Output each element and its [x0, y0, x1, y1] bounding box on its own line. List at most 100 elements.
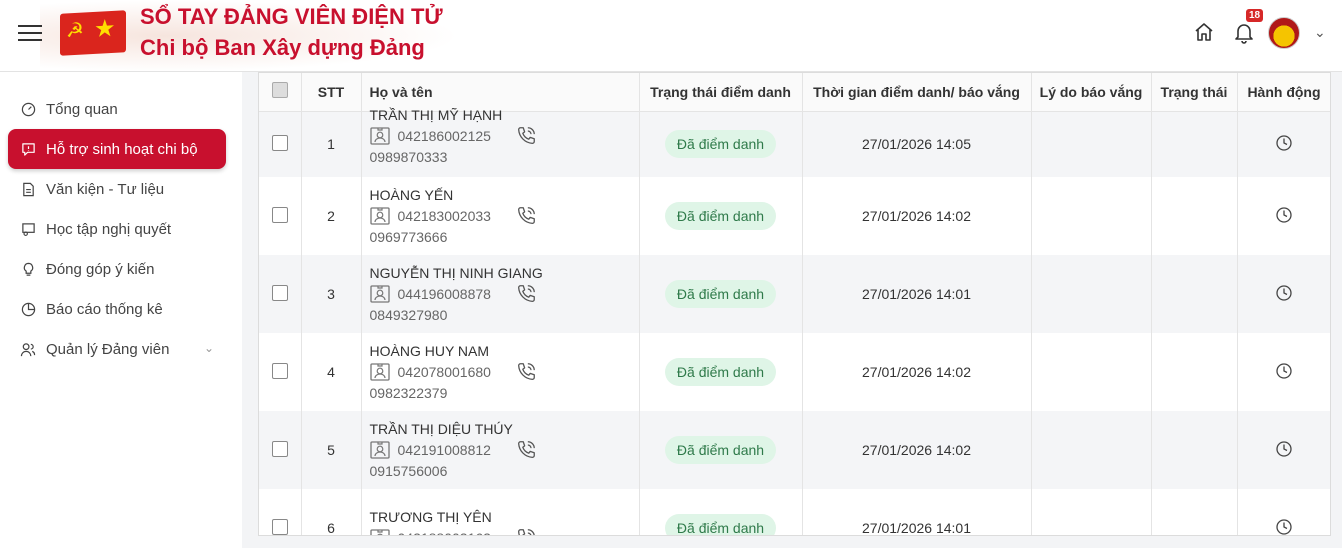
member-id-row: 042188002162	[369, 527, 639, 536]
attendance-time: 27/01/2026 14:05	[862, 136, 971, 153]
attendance-time-cell: 27/01/2026 14:01	[802, 255, 1032, 333]
sidebar-item-label: Quản lý Đảng viên	[46, 340, 170, 358]
member-id-row: 042183002033	[369, 205, 639, 227]
document-icon	[20, 181, 36, 197]
row-checkbox[interactable]	[271, 284, 288, 301]
state-cell	[1151, 111, 1238, 177]
sidebar: Tổng quan Hỗ trợ sinh hoạt chi bộ Văn ki…	[0, 72, 242, 548]
table-row[interactable]: 4 HOÀNG HUY NAM 042078001680 0982322379 …	[259, 333, 1330, 411]
row-checkbox[interactable]	[271, 206, 288, 223]
app-header: ☭ ★ SỔ TAY ĐẢNG VIÊN ĐIỆN TỬ Chi bộ Ban X…	[0, 0, 1342, 72]
phone-call-icon[interactable]	[515, 361, 537, 383]
sidebar-item-meeting-support[interactable]: Hỗ trợ sinh hoạt chi bộ	[8, 129, 226, 169]
sidebar-item-members[interactable]: Quản lý Đảng viên ⌄	[8, 329, 226, 369]
phone-call-icon[interactable]	[515, 527, 537, 536]
id-card-icon	[369, 529, 390, 535]
history-icon[interactable]	[1275, 206, 1293, 224]
stt-cell: 3	[301, 255, 362, 333]
table-row[interactable]: 2 HOÀNG YẾN 042183002033 0969773666 Đã đ…	[259, 177, 1330, 255]
name-cell: TRẦN THỊ DIỆU THÚY 042191008812 09157560…	[361, 411, 640, 489]
app-title: SỔ TAY ĐẢNG VIÊN ĐIỆN TỬ	[140, 4, 443, 29]
id-card-icon	[369, 127, 390, 145]
sidebar-item-label: Học tập nghị quyết	[46, 220, 172, 238]
row-checkbox[interactable]	[271, 362, 288, 379]
stt-value: 6	[327, 520, 335, 536]
absence-reason-cell	[1031, 255, 1152, 333]
state-cell	[1151, 333, 1238, 411]
users-icon	[20, 341, 36, 357]
study-icon	[20, 221, 36, 237]
member-id-number: 042188002162	[398, 527, 491, 535]
sidebar-item-resolutions[interactable]: Học tập nghị quyết	[8, 209, 226, 249]
table-row[interactable]: 1 TRẦN THỊ MỸ HẠNH 042186002125 09898703…	[259, 107, 1330, 177]
member-info: TRẦN THỊ DIỆU THÚY 042191008812 09157560…	[370, 419, 639, 481]
select-all-checkbox[interactable]	[271, 82, 288, 99]
column-header-attendance-time[interactable]: Thời gian điểm danh/ báo vắng	[802, 73, 1032, 112]
attendance-time: 27/01/2026 14:02	[862, 364, 971, 380]
column-header-absence-reason[interactable]: Lý do báo vắng	[1031, 73, 1152, 112]
sidebar-item-reports[interactable]: Báo cáo thống kê	[8, 289, 226, 329]
id-card-icon	[369, 363, 390, 381]
attendance-status-cell: Đã điểm danh	[639, 177, 803, 255]
state-cell	[1151, 411, 1238, 489]
select-cell	[259, 411, 302, 489]
sidebar-item-label: Báo cáo thống kê	[46, 300, 163, 318]
column-header-actions: Hành động	[1237, 73, 1330, 112]
attendance-time: 27/01/2026 14:02	[862, 442, 971, 458]
sidebar-item-overview[interactable]: Tổng quan	[8, 89, 226, 129]
actions-cell	[1237, 111, 1330, 177]
stt-value: 4	[327, 364, 335, 380]
phone-call-icon[interactable]	[515, 439, 537, 461]
row-checkbox[interactable]	[271, 518, 288, 535]
member-id-number: 042186002125	[397, 128, 491, 145]
home-icon[interactable]	[1192, 20, 1216, 44]
history-icon[interactable]	[1275, 284, 1293, 302]
attendance-time: 27/01/2026 14:01	[862, 286, 971, 302]
sidebar-item-documents[interactable]: Văn kiện - Tư liệu	[8, 169, 226, 209]
hamburger-menu-icon[interactable]	[18, 20, 44, 46]
attendance-status-cell: Đã điểm danh	[639, 255, 803, 333]
phone-call-icon[interactable]	[515, 205, 537, 227]
member-info: TRẦN THỊ MỸ HẠNH 042186002125 0989870333	[370, 105, 639, 167]
member-id-number: 044196008878	[397, 286, 491, 302]
status-badge: Đã điểm danh	[664, 436, 777, 464]
attendance-time-cell: 27/01/2026 14:02	[802, 411, 1032, 489]
history-icon[interactable]	[1275, 440, 1293, 458]
attendance-time-cell: 27/01/2026 14:01	[802, 489, 1032, 535]
select-cell	[259, 489, 302, 535]
phone-call-icon[interactable]	[515, 125, 537, 147]
absence-reason-cell	[1031, 177, 1152, 255]
select-cell	[259, 177, 302, 255]
actions-cell	[1237, 255, 1330, 333]
member-id-row: 044196008878	[369, 283, 639, 305]
id-card-icon	[369, 441, 390, 459]
member-phone-number: 0915756006	[369, 463, 448, 479]
column-header-state[interactable]: Trạng thái	[1151, 73, 1238, 112]
absence-reason-cell	[1031, 333, 1152, 411]
status-badge: Đã điểm danh	[664, 202, 777, 230]
actions-cell	[1237, 333, 1330, 411]
status-badge: Đã điểm danh	[664, 514, 777, 535]
name-cell: HOÀNG HUY NAM 042078001680 0982322379	[361, 333, 640, 411]
avatar[interactable]	[1268, 17, 1300, 49]
column-header-stt[interactable]: STT	[301, 73, 362, 112]
bell-icon[interactable]	[1232, 20, 1256, 44]
table-row[interactable]: 3 NGUYỄN THỊ NINH GIANG 044196008878 084…	[259, 255, 1330, 333]
row-checkbox[interactable]	[271, 134, 288, 151]
pie-chart-icon	[20, 301, 36, 317]
row-checkbox[interactable]	[271, 440, 288, 457]
chevron-down-icon[interactable]: ⌄	[1314, 24, 1326, 41]
sidebar-item-feedback[interactable]: Đóng góp ý kiến	[8, 249, 226, 289]
phone-call-icon[interactable]	[515, 283, 537, 305]
table-row[interactable]: 6 TRƯƠNG THỊ YÊN 042188002162 Đã điểm da…	[259, 489, 1330, 536]
column-header-attendance-status[interactable]: Trạng thái điểm danh	[639, 73, 803, 112]
member-info: HOÀNG YẾN 042183002033 0969773666	[370, 185, 639, 247]
table-row[interactable]: 5 TRẦN THỊ DIỆU THÚY 042191008812 091575…	[259, 411, 1330, 489]
history-icon[interactable]	[1275, 362, 1293, 380]
member-id-number: 042183002033	[397, 208, 491, 224]
member-name: TRẦN THỊ DIỆU THÚY	[369, 421, 513, 437]
history-icon[interactable]	[1275, 134, 1293, 152]
name-cell: HOÀNG YẾN 042183002033 0969773666	[361, 177, 640, 255]
history-icon[interactable]	[1275, 518, 1293, 536]
stt-value: 2	[327, 208, 335, 224]
